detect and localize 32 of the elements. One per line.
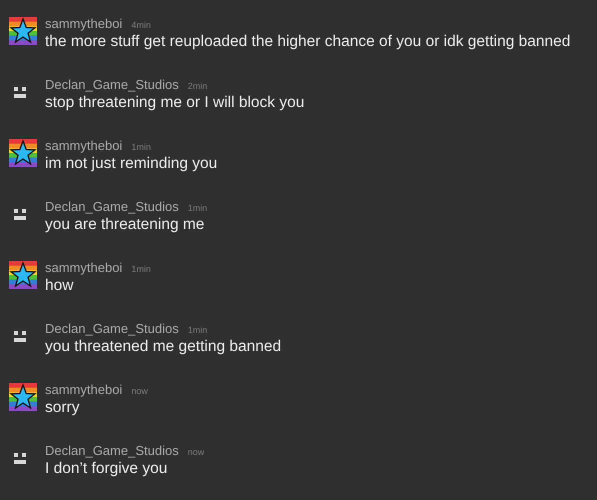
timestamp: 1min	[188, 203, 208, 213]
timestamp: 1min	[131, 142, 151, 152]
message-text: sorry	[45, 399, 80, 417]
author-name: Declan_Game_Studios	[45, 199, 179, 214]
message-text: im not just reminding you	[45, 155, 218, 173]
author-name: Declan_Game_Studios	[45, 443, 179, 458]
face-avatar-icon	[14, 331, 26, 342]
message-text: how	[45, 277, 74, 295]
message-text: I don’t forgive you	[45, 460, 168, 478]
timestamp: 1min	[188, 325, 208, 335]
rainbow-star-avatar-icon	[9, 383, 37, 411]
timestamp: 1min	[131, 264, 151, 274]
message-text: the more stuff get reuploaded the higher chance of you or idk getting banned	[45, 33, 570, 51]
timestamp: now	[131, 386, 148, 396]
rainbow-star-avatar-icon	[9, 261, 37, 289]
rainbow-star-avatar-icon	[9, 17, 37, 45]
author-name: sammytheboi	[45, 382, 122, 397]
face-avatar-icon	[14, 87, 26, 98]
message-text: you threatened me getting banned	[45, 338, 282, 356]
author-name: Declan_Game_Studios	[45, 321, 179, 336]
timestamp: 2min	[188, 81, 208, 91]
author-name: Declan_Game_Studios	[45, 77, 179, 92]
timestamp: now	[188, 447, 204, 457]
face-avatar-icon	[14, 209, 26, 220]
message-text: you are threatening me	[45, 216, 206, 234]
message-text: stop threatening me or I will block you	[45, 94, 304, 112]
author-name: sammytheboi	[45, 260, 122, 275]
face-avatar-icon	[14, 453, 26, 464]
author-name: sammytheboi	[45, 16, 122, 31]
author-name: sammytheboi	[45, 138, 122, 153]
timestamp: 4min	[131, 20, 151, 30]
rainbow-star-avatar-icon	[9, 139, 37, 167]
